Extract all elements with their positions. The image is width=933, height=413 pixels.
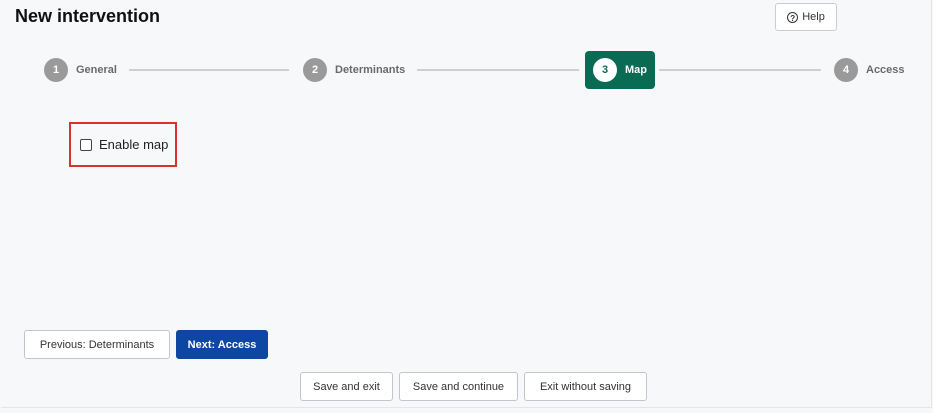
step-map[interactable]: 3 Map: [585, 51, 655, 89]
step-access[interactable]: 4 Access: [834, 58, 905, 82]
exit-without-saving-button[interactable]: Exit without saving: [524, 372, 647, 401]
previous-button[interactable]: Previous: Determinants: [24, 330, 170, 359]
step-label: Access: [866, 64, 905, 76]
step-number: 4: [834, 58, 858, 82]
enable-map-label: Enable map: [99, 137, 169, 152]
help-button[interactable]: ? Help: [775, 3, 837, 31]
step-label: Map: [625, 64, 647, 76]
question-circle-icon: ?: [787, 11, 799, 23]
step-general[interactable]: 1 General: [44, 58, 117, 82]
checkbox-box[interactable]: [80, 138, 92, 151]
save-and-continue-button[interactable]: Save and continue: [399, 372, 518, 401]
step-determinants[interactable]: 2 Determinants: [303, 58, 405, 82]
step-label: Determinants: [335, 64, 406, 76]
next-button[interactable]: Next: Access: [176, 330, 268, 359]
step-label: General: [76, 64, 117, 76]
step-connector: [417, 69, 579, 71]
help-label: Help: [802, 11, 825, 23]
save-and-exit-button[interactable]: Save and exit: [300, 372, 393, 401]
step-number: 2: [303, 58, 327, 82]
enable-map-checkbox[interactable]: Enable map: [69, 122, 177, 167]
step-number: 1: [44, 58, 68, 82]
step-connector: [129, 69, 289, 71]
page-title: New intervention: [15, 6, 161, 26]
step-connector: [659, 69, 821, 71]
step-number: 3: [593, 58, 617, 82]
